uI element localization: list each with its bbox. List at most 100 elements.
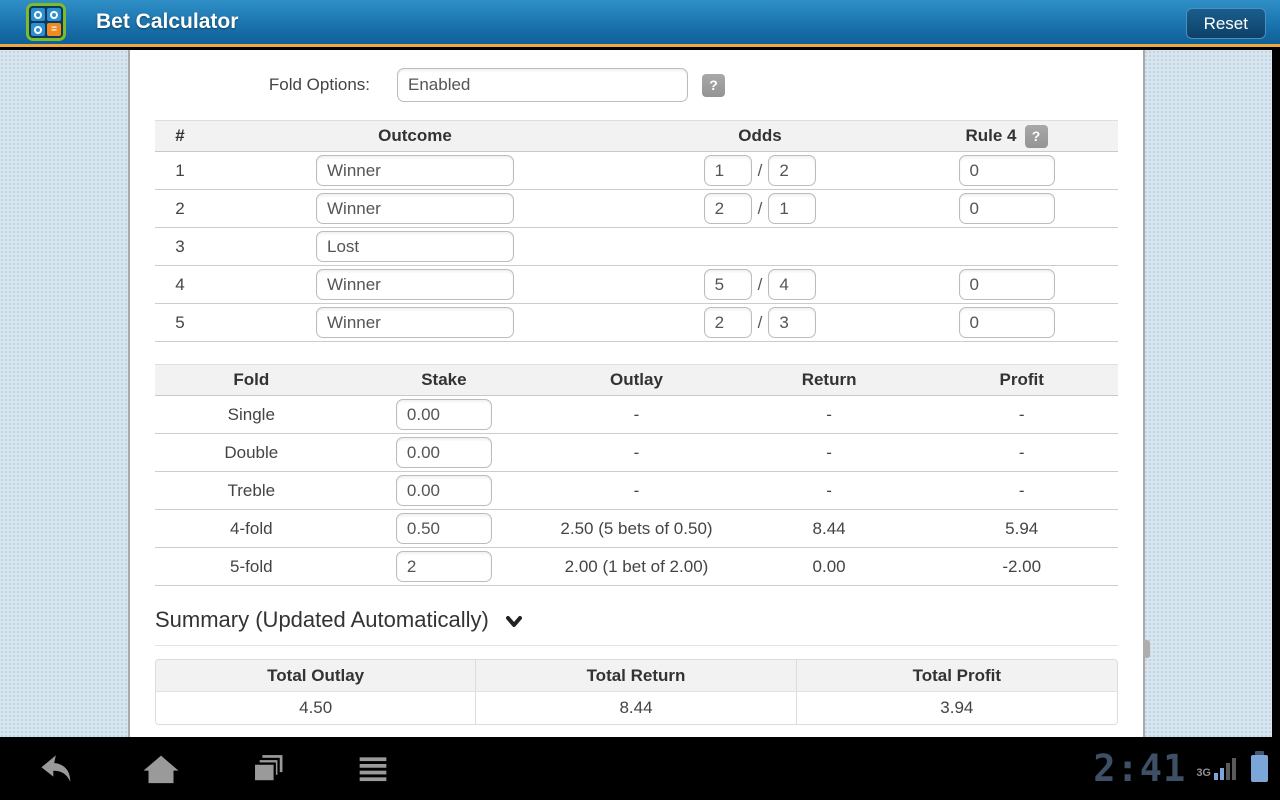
odds-numerator-input-2[interactable] xyxy=(703,193,752,224)
back-button[interactable] xyxy=(32,749,78,789)
app-header: = Bet Calculator Reset xyxy=(0,0,1280,47)
col-header-rule4: Rule 4 ? xyxy=(895,124,1118,148)
total-outlay-value: 4.50 xyxy=(156,692,477,724)
fold-row-double: Double - - - xyxy=(155,434,1118,472)
stake-input-5fold[interactable] xyxy=(395,551,492,582)
rule4-input-2[interactable] xyxy=(958,193,1055,224)
outcome-input-1[interactable] xyxy=(316,155,514,186)
status-cluster[interactable]: 2:41 3G xyxy=(1093,750,1280,787)
stake-input-double[interactable] xyxy=(395,437,492,468)
network-status: 3G xyxy=(1196,757,1237,781)
col-header-total-profit: Total Profit xyxy=(796,660,1117,692)
rule4-help-button[interactable]: ? xyxy=(1024,124,1048,148)
page-title: Bet Calculator xyxy=(96,10,239,33)
total-profit-value: 3.94 xyxy=(796,692,1117,724)
main-panel: Fold Options: ? # Outcome Odds Rule 4 ? … xyxy=(128,50,1145,737)
row-number: 3 xyxy=(175,236,185,256)
fold-label: Treble xyxy=(227,480,276,500)
fold-label: Single xyxy=(227,404,275,424)
rule4-input-1[interactable] xyxy=(958,155,1055,186)
outcome-input-3[interactable] xyxy=(316,231,514,262)
totals-table-values: 4.50 8.44 3.94 xyxy=(156,692,1117,724)
chevron-down-icon[interactable] xyxy=(505,616,522,628)
app-logo-icon: = xyxy=(26,3,66,41)
odds-denominator-input-5[interactable] xyxy=(768,307,817,338)
signal-strength-icon xyxy=(1214,757,1236,780)
odds-numerator-input-4[interactable] xyxy=(703,269,752,300)
stake-input-treble[interactable] xyxy=(395,475,492,506)
folds-table: Fold Stake Outlay Return Profit Single -… xyxy=(155,364,1118,586)
nav-buttons xyxy=(0,749,396,789)
col-header-outlay: Outlay xyxy=(610,370,663,389)
menu-icon xyxy=(359,756,387,781)
scrollbar-thumb[interactable] xyxy=(1143,640,1150,658)
stake-input-single[interactable] xyxy=(395,399,492,430)
return-value: - xyxy=(826,404,832,424)
logo-tile-hand-icon xyxy=(47,8,61,21)
outlay-value: - xyxy=(633,480,640,500)
total-return-value: 8.44 xyxy=(476,692,797,724)
odds-separator: / xyxy=(757,198,763,218)
col-header-odds: Odds xyxy=(738,126,782,145)
fold-row-single: Single - - - xyxy=(155,396,1118,434)
fold-options-input[interactable] xyxy=(397,68,688,102)
odds-separator: / xyxy=(757,160,763,180)
selection-row-4: 4 / xyxy=(155,266,1118,304)
return-value: - xyxy=(826,480,832,500)
col-header-total-outlay: Total Outlay xyxy=(156,660,477,692)
return-value: - xyxy=(826,442,832,462)
content-area: Fold Options: ? # Outcome Odds Rule 4 ? … xyxy=(0,50,1280,737)
rule4-label: Rule 4 xyxy=(965,126,1017,145)
reset-button[interactable]: Reset xyxy=(1185,8,1266,39)
row-number: 1 xyxy=(175,160,185,180)
profit-value: -2.00 xyxy=(1002,556,1042,576)
col-header-profit: Profit xyxy=(999,370,1044,389)
row-number: 5 xyxy=(175,312,185,332)
profit-value: - xyxy=(1018,404,1025,424)
fold-label: Double xyxy=(224,442,279,462)
summary-heading: Summary (Updated Automatically) xyxy=(155,607,489,632)
network-3g-label: 3G xyxy=(1196,766,1211,779)
odds-denominator-input-2[interactable] xyxy=(768,193,817,224)
profit-value: 5.94 xyxy=(1005,518,1039,538)
rule4-input-4[interactable] xyxy=(958,269,1055,300)
home-button[interactable] xyxy=(138,749,184,789)
right-edge-scrollbar[interactable] xyxy=(1272,50,1280,737)
col-header-stake: Stake xyxy=(421,370,467,389)
selection-row-3: 3 xyxy=(155,228,1118,266)
col-header-return: Return xyxy=(801,370,857,389)
recent-apps-button[interactable] xyxy=(244,749,290,789)
android-system-bar: 2:41 3G xyxy=(0,737,1280,800)
outlay-value: 2.00 (1 bet of 2.00) xyxy=(564,556,709,576)
menu-button[interactable] xyxy=(350,749,396,789)
odds-denominator-input-4[interactable] xyxy=(768,269,817,300)
outcome-input-5[interactable] xyxy=(316,307,514,338)
home-icon xyxy=(143,755,179,783)
odds-numerator-input-1[interactable] xyxy=(703,155,752,186)
summary-heading-row: Summary (Updated Automatically) xyxy=(155,607,1118,633)
outlay-value: - xyxy=(633,442,640,462)
logo-tile-equals-icon: = xyxy=(47,23,61,36)
col-header-fold: Fold xyxy=(233,370,270,389)
fold-row-treble: Treble - - - xyxy=(155,472,1118,510)
profit-value: - xyxy=(1018,480,1025,500)
fold-label: 4-fold xyxy=(230,518,273,538)
col-header-num: # xyxy=(175,126,185,145)
stake-input-4fold[interactable] xyxy=(395,513,492,544)
selection-row-1: 1 / xyxy=(155,152,1118,190)
logo-tile-chip-icon xyxy=(31,8,45,21)
fold-options-label: Fold Options: xyxy=(268,75,370,94)
odds-numerator-input-5[interactable] xyxy=(703,307,752,338)
recent-apps-icon xyxy=(252,754,283,783)
outcome-input-4[interactable] xyxy=(316,269,514,300)
rule4-input-5[interactable] xyxy=(958,307,1055,338)
outcome-input-2[interactable] xyxy=(316,193,514,224)
fold-options-help-button[interactable]: ? xyxy=(702,73,725,97)
totals-table-header: Total Outlay Total Return Total Profit xyxy=(156,660,1117,692)
odds-denominator-input-1[interactable] xyxy=(768,155,817,186)
totals-table: Total Outlay Total Return Total Profit 4… xyxy=(155,659,1118,725)
outlay-value: - xyxy=(633,404,640,424)
profit-value: - xyxy=(1018,442,1025,462)
fold-row-5fold: 5-fold 2.00 (1 bet of 2.00) 0.00 -2.00 xyxy=(155,548,1118,586)
return-value: 8.44 xyxy=(812,518,846,538)
